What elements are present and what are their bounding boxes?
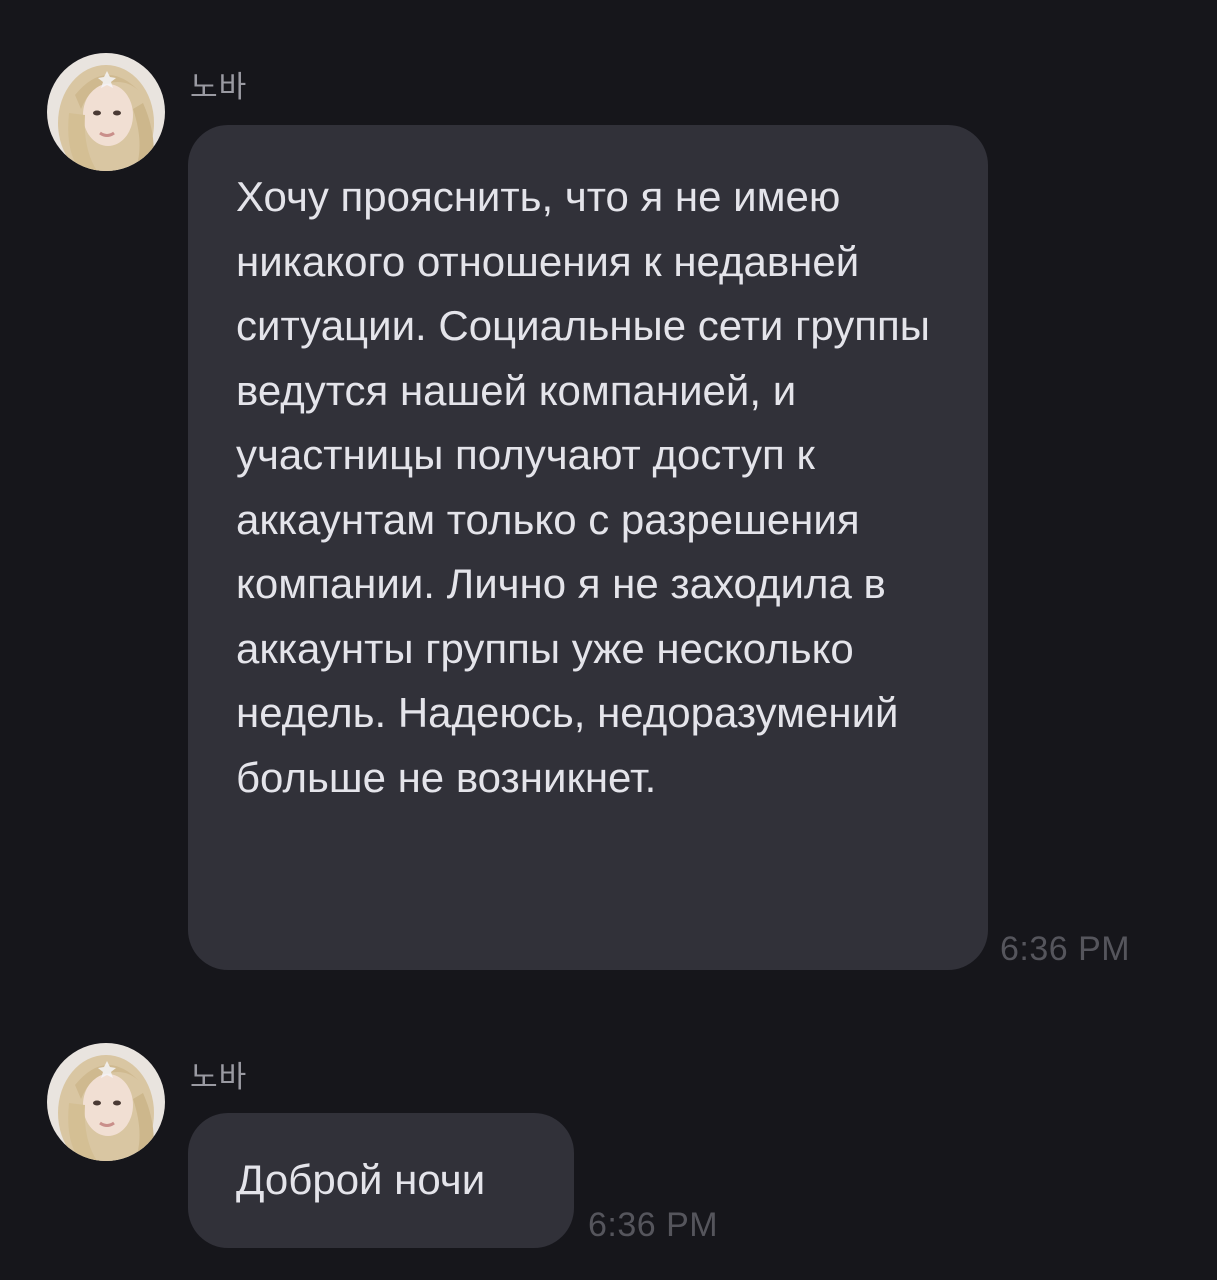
avatar-photo-icon [47,1043,165,1161]
message-text: Хочу прояснить, что я не имею никакого о… [236,173,930,801]
message-timestamp: 6:36 PM [588,1206,719,1244]
message-group-1: 노바 Хочу прояснить, что я не имею никаког… [0,0,1217,1000]
avatar[interactable] [47,1043,165,1161]
message-bubble[interactable]: Хочу прояснить, что я не имею никакого о… [188,125,988,970]
message-bubble[interactable]: Доброй ночи [188,1113,574,1248]
message-text: Доброй ночи [236,1156,486,1203]
message-timestamp: 6:36 PM [1000,930,1131,968]
avatar[interactable] [47,53,165,171]
avatar-photo-icon [47,53,165,171]
message-group-2: 노바 Доброй ночи 6:36 PM [0,1000,1217,1280]
sender-name: 노바 [190,1060,248,1095]
sender-name: 노바 [190,70,248,105]
